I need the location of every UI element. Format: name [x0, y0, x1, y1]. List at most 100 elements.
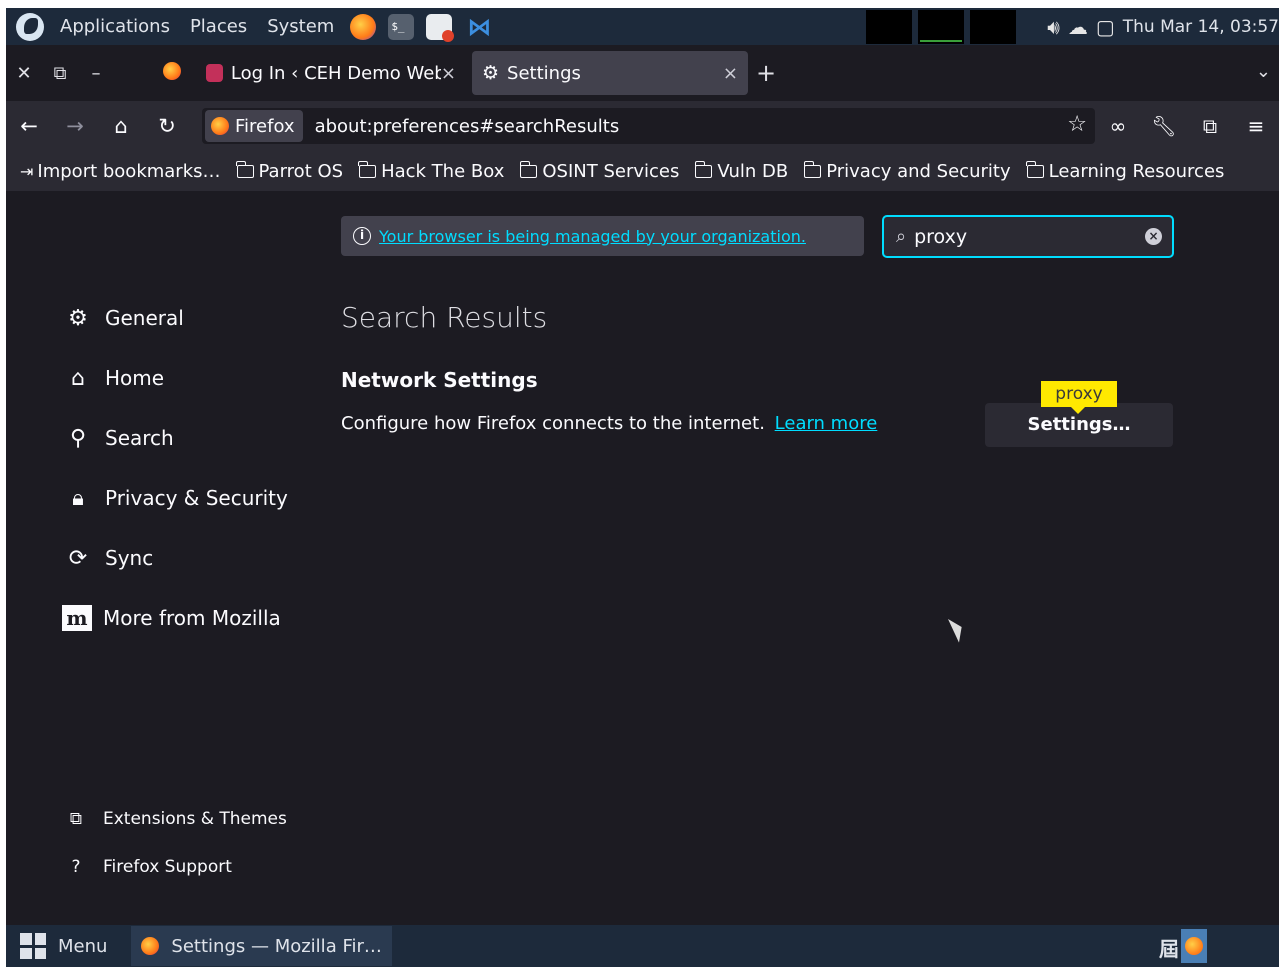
wrench-icon[interactable]: 🔧︎ [1141, 114, 1187, 138]
puzzle-icon: ⧉ [69, 809, 83, 829]
bookmark-label: Import bookmarks… [37, 160, 221, 182]
firefox-view-icon[interactable] [154, 61, 190, 85]
bookmark-label: Parrot OS [258, 160, 344, 182]
workspace-switcher-icon[interactable]: ⁠屆 [1159, 933, 1179, 962]
folder-icon [803, 160, 822, 178]
category-label: General [105, 306, 184, 330]
clear-search-icon[interactable]: × [1145, 228, 1162, 245]
list-all-tabs-icon[interactable]: ⌄ [1256, 61, 1271, 82]
minimize-window-icon[interactable]: – [78, 63, 114, 84]
close-tab-icon[interactable]: × [441, 63, 456, 84]
tab-label: Settings [507, 62, 581, 84]
url-bar[interactable]: Firefox about:preferences#searchResults … [202, 108, 1095, 144]
category-more-from-mozilla[interactable]: m More from Mozilla [62, 598, 302, 638]
taskbar-firefox-window[interactable]: Settings — Mozilla Fir… [131, 926, 392, 966]
policy-link[interactable]: Your browser is being managed by your or… [379, 227, 806, 246]
site-favicon-icon [206, 64, 223, 82]
system-menu[interactable]: System [257, 16, 344, 37]
folder-icon [235, 160, 254, 178]
search-highlight-tooltip: proxy [1041, 381, 1117, 414]
infinity-extension-icon[interactable]: ∞ [1095, 114, 1141, 138]
bookmark-star-icon[interactable]: ☆ [1067, 112, 1087, 137]
category-label: Search [105, 426, 174, 450]
info-icon: i [353, 227, 371, 245]
bookmark-folder-parrot-os[interactable]: Parrot OS [235, 160, 344, 182]
clock[interactable]: Thu Mar 14, 03:57 [1123, 17, 1279, 37]
network-cloud-icon[interactable]: ☁ [1068, 15, 1088, 39]
tab-login[interactable]: Log In ‹ CEH Demo Webs × [196, 51, 466, 95]
bookmark-folder-privacy[interactable]: Privacy and Security [803, 160, 1011, 182]
category-general[interactable]: ⚙ General [62, 298, 302, 338]
identity-label: Firefox [235, 115, 295, 137]
page-title: Search Results [341, 301, 548, 334]
applications-menu[interactable]: Applications [50, 16, 180, 37]
navigation-toolbar: ← → ⌂ ↻ Firefox about:preferences#search… [6, 101, 1279, 151]
folder-icon [694, 160, 713, 178]
lock-icon: 🔒︎ [72, 485, 84, 511]
memory-monitor [970, 10, 1016, 44]
network-monitor [918, 10, 964, 44]
url-text[interactable]: about:preferences#searchResults [315, 116, 620, 137]
firefox-icon [141, 937, 160, 955]
display-icon[interactable]: ▢ [1096, 15, 1115, 39]
vscode-launcher-icon[interactable]: ⋈ [464, 14, 494, 40]
identity-box[interactable]: Firefox [205, 110, 303, 142]
task-label: Settings — Mozilla Fir… [171, 935, 382, 957]
bookmark-label: OSINT Services [542, 160, 680, 182]
parrot-logo-icon[interactable] [16, 12, 44, 41]
close-window-icon[interactable]: ✕ [6, 63, 42, 84]
find-in-settings[interactable]: ⌕ × [882, 215, 1174, 258]
notes-launcher-icon[interactable] [426, 13, 455, 42]
bookmark-folder-learning[interactable]: Learning Resources [1026, 160, 1224, 182]
bookmark-label: Vuln DB [717, 160, 789, 182]
extensions-themes-link[interactable]: ⧉ Extensions & Themes [62, 809, 287, 829]
search-input[interactable] [914, 225, 1115, 248]
home-icon: ⌂ [71, 365, 85, 391]
bookmark-folder-vuln-db[interactable]: Vuln DB [694, 160, 789, 182]
firefox-launcher-icon[interactable] [350, 13, 377, 40]
menu-grid-icon[interactable] [20, 933, 46, 959]
category-privacy[interactable]: 🔒︎ Privacy & Security [62, 478, 302, 518]
network-settings-description: Configure how Firefox connects to the in… [341, 413, 877, 434]
extensions-puzzle-icon[interactable]: ⧉ [1187, 114, 1233, 138]
firefox-icon [211, 117, 229, 135]
bookmark-folder-hack-the-box[interactable]: Hack The Box [358, 160, 504, 182]
search-icon: ⚲ [69, 425, 87, 451]
learn-more-link[interactable]: Learn more [775, 413, 878, 434]
category-sync[interactable]: ⟳ Sync [62, 538, 302, 578]
description-text: Configure how Firefox connects to the in… [341, 413, 765, 434]
network-settings-heading: Network Settings [341, 368, 538, 392]
folder-icon [519, 160, 538, 178]
gear-icon: ⚙ [482, 62, 500, 84]
reload-button[interactable]: ↻ [144, 114, 190, 138]
category-search[interactable]: ⚲ Search [62, 418, 302, 458]
tab-settings[interactable]: ⚙ Settings × [472, 51, 748, 95]
tray-area: 🔊︎ ☁ ▢ Thu Mar 14, 03:57 [1047, 8, 1279, 45]
close-tab-icon[interactable]: × [723, 63, 738, 84]
toolbar-right: ∞ 🔧︎ ⧉ ≡ [1095, 101, 1279, 151]
bookmark-folder-osint[interactable]: OSINT Services [519, 160, 680, 182]
cpu-monitor [866, 10, 912, 44]
menu-button[interactable]: Menu [58, 936, 107, 957]
volume-icon[interactable]: 🔊︎ [1047, 15, 1060, 39]
category-label: Sync [105, 546, 154, 570]
import-bookmarks-item[interactable]: ⇥ Import bookmarks… [20, 161, 221, 182]
bookmarks-toolbar: ⇥ Import bookmarks… Parrot OS Hack The B… [6, 151, 1279, 191]
bookmark-label: Privacy and Security [826, 160, 1011, 182]
new-tab-button[interactable]: + [748, 59, 784, 87]
terminal-launcher-icon[interactable]: $_ [388, 13, 415, 40]
restore-window-icon[interactable]: ⧉ [42, 63, 78, 84]
footer-label: Extensions & Themes [103, 809, 287, 829]
category-label: Privacy & Security [105, 486, 288, 510]
places-menu[interactable]: Places [180, 16, 257, 37]
active-workspace-firefox-icon[interactable] [1181, 929, 1207, 963]
category-label: Home [105, 366, 165, 390]
firefox-support-link[interactable]: ? Firefox Support [62, 857, 231, 877]
home-button[interactable]: ⌂ [98, 114, 144, 138]
back-button[interactable]: ← [6, 114, 52, 138]
hamburger-menu-icon[interactable]: ≡ [1233, 114, 1279, 138]
policy-notice: i Your browser is being managed by your … [341, 216, 864, 256]
search-icon: ⌕ [896, 226, 907, 247]
forward-button[interactable]: → [52, 114, 98, 138]
category-home[interactable]: ⌂ Home [62, 358, 302, 398]
